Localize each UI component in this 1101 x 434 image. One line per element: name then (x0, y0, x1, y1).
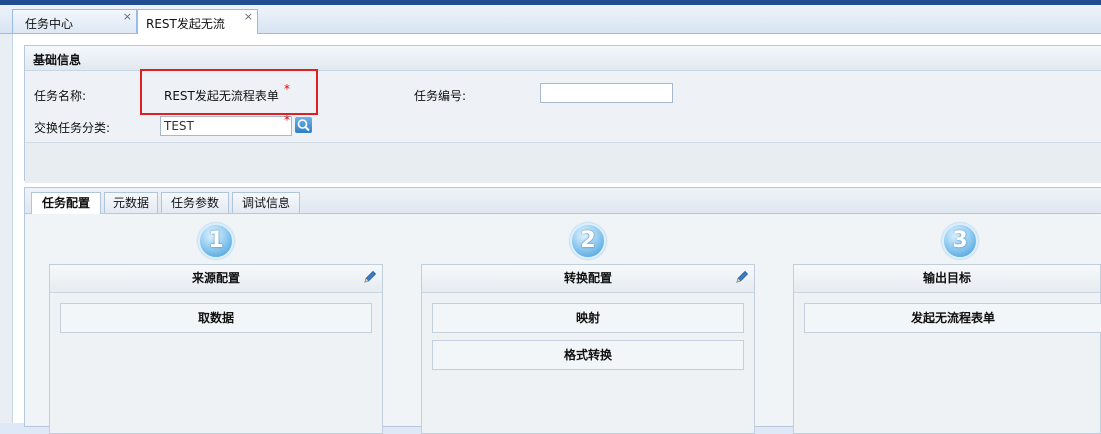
left-gutter (0, 34, 13, 423)
search-icon (297, 119, 310, 132)
card-title: 来源配置 (50, 265, 382, 293)
step-number-badge: 3 (942, 223, 978, 259)
search-button[interactable] (295, 117, 312, 133)
tab-task-center[interactable]: 任务中心 × (12, 9, 137, 33)
step-item[interactable]: 发起无流程表单 (804, 303, 1101, 333)
task-no-label: 任务编号: (414, 89, 467, 103)
tab-label: REST发起无流 (146, 17, 225, 31)
tab-strip: 任务中心 × REST发起无流 × (0, 5, 1101, 34)
card-title: 转换配置 (422, 265, 754, 293)
close-icon[interactable]: × (123, 10, 132, 23)
panel-header: 基础信息 (25, 46, 1101, 71)
panel-title: 基础信息 (33, 53, 82, 67)
tab-debug-info[interactable]: 调试信息 (232, 192, 300, 213)
pencil-icon[interactable] (734, 269, 750, 285)
task-name-label: 任务名称: (34, 89, 87, 103)
output-target-card: 输出目标 发起无流程表单 (793, 264, 1101, 434)
transform-config-card: 转换配置 映射 格式转换 (421, 264, 755, 434)
close-icon[interactable]: × (244, 10, 253, 23)
tab-task-params[interactable]: 任务参数 (161, 192, 229, 213)
step-item[interactable]: 格式转换 (432, 340, 744, 370)
sub-tab-strip: 任务配置 元数据 任务参数 调试信息 (25, 188, 1101, 214)
step-number-badge: 1 (198, 223, 234, 259)
panel-footer (25, 142, 1101, 183)
card-title: 输出目标 (794, 265, 1100, 293)
required-mark: * (284, 113, 290, 127)
tab-rest-flow[interactable]: REST发起无流 × (137, 9, 258, 34)
step-item[interactable]: 取数据 (60, 303, 372, 333)
category-field[interactable]: TEST (160, 116, 292, 136)
tab-metadata[interactable]: 元数据 (104, 192, 158, 213)
pencil-icon[interactable] (362, 269, 378, 285)
tab-task-config[interactable]: 任务配置 (31, 192, 101, 214)
highlight-box (140, 69, 318, 115)
source-config-card: 来源配置 取数据 (49, 264, 383, 434)
step-item[interactable]: 映射 (432, 303, 744, 333)
step-number-badge: 2 (570, 223, 606, 259)
category-label: 交换任务分类: (34, 121, 111, 135)
tab-label: 任务中心 (25, 17, 74, 31)
task-no-field[interactable] (540, 83, 673, 103)
